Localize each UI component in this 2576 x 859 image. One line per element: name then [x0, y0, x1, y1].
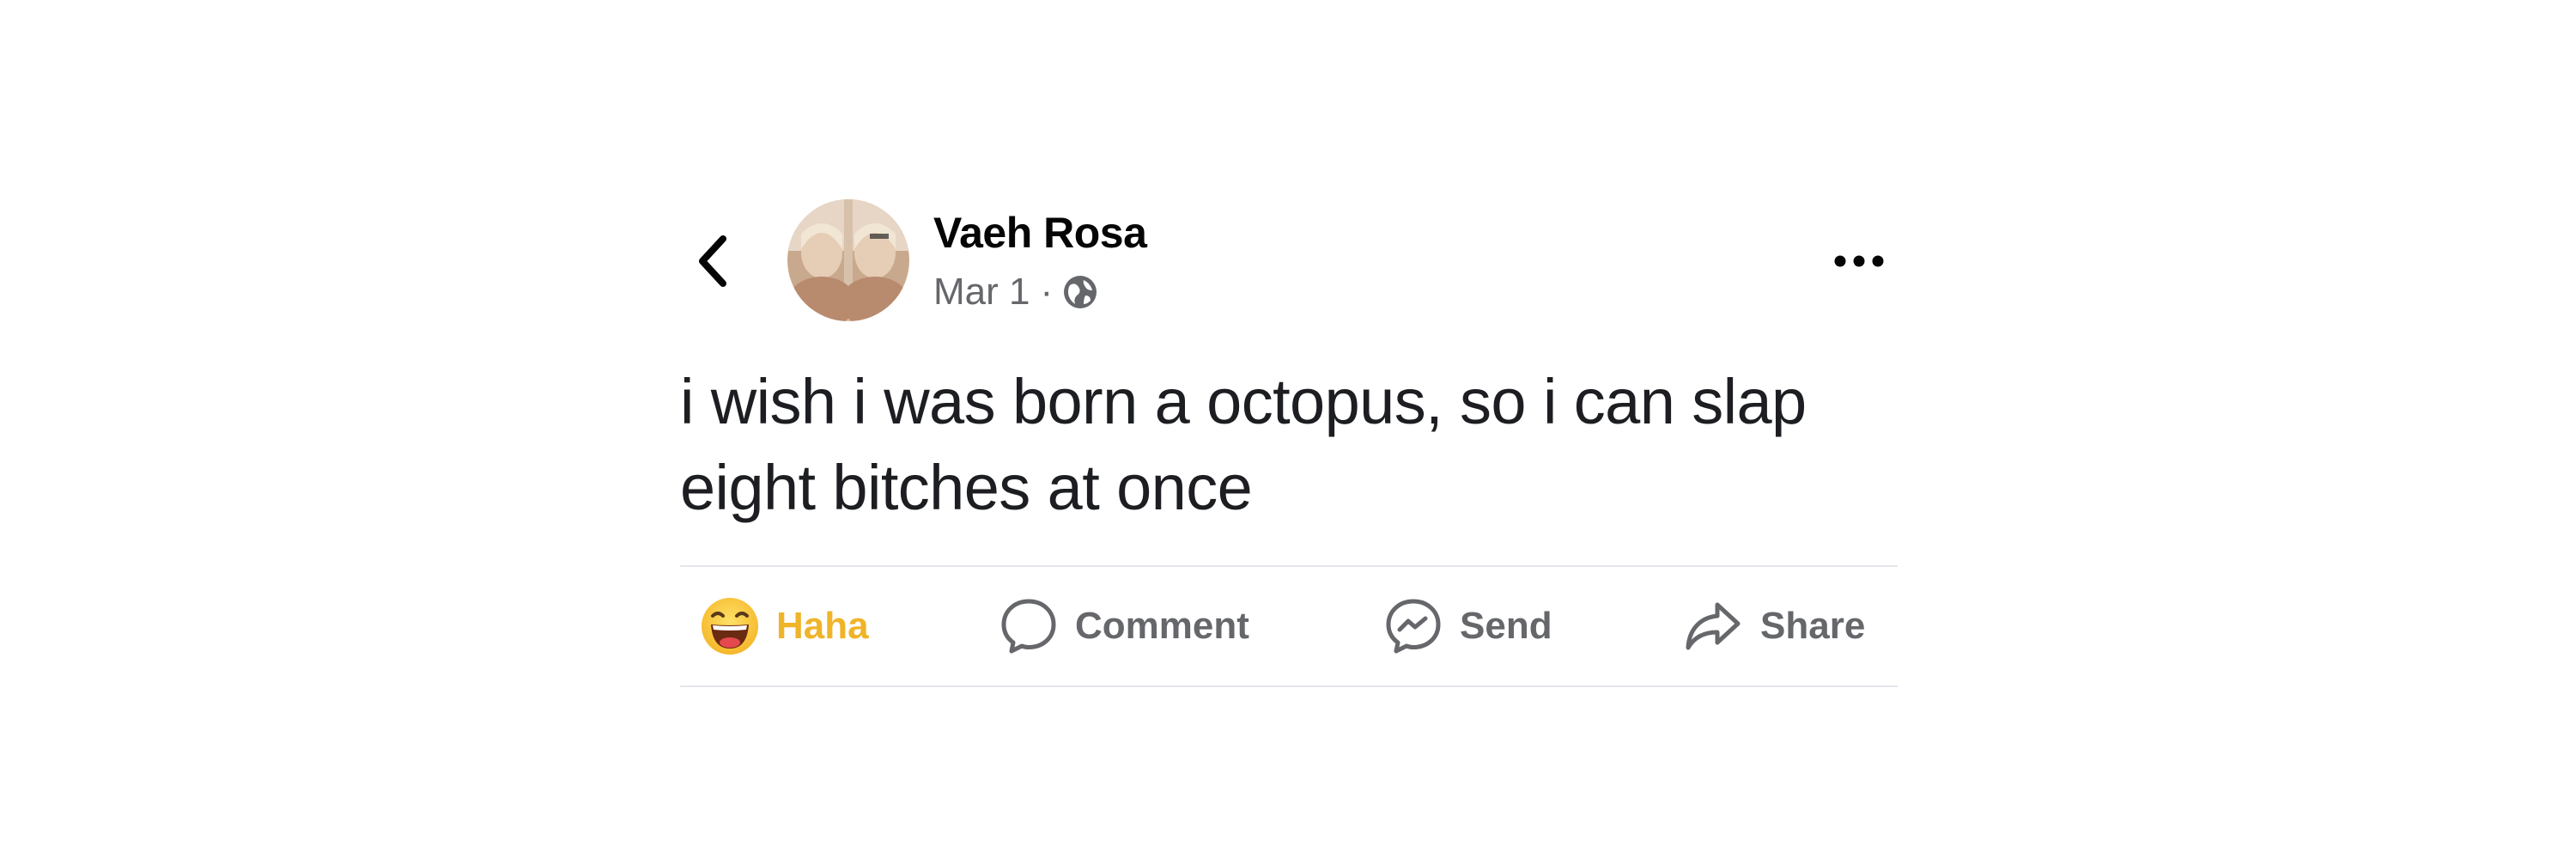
comment-label: Comment — [1075, 605, 1249, 647]
send-button[interactable]: Send — [1384, 567, 1552, 685]
share-button[interactable]: Share — [1683, 567, 1865, 685]
action-bar: Haha Comment Send Share — [680, 567, 1898, 685]
avatar[interactable] — [787, 199, 909, 321]
send-label: Send — [1460, 605, 1552, 647]
meta-separator: · — [1040, 271, 1054, 313]
post-card: Vaeh Rosa Mar 1 · i wish i was born a oc… — [680, 196, 1898, 694]
share-label: Share — [1760, 605, 1866, 647]
post-meta: Mar 1 · — [933, 268, 1099, 316]
share-arrow-icon — [1683, 600, 1743, 653]
more-dots-icon — [1834, 255, 1884, 267]
author-name[interactable]: Vaeh Rosa — [933, 208, 1147, 258]
speech-bubble-icon — [999, 597, 1058, 655]
reaction-button[interactable]: Haha — [701, 567, 869, 685]
back-button[interactable] — [687, 228, 738, 294]
comment-button[interactable]: Comment — [999, 567, 1249, 685]
divider — [680, 685, 1898, 687]
avatar-image — [787, 199, 909, 321]
post-text: i wish i was born a octopus, so i can sl… — [680, 366, 1807, 523]
messenger-icon — [1384, 597, 1443, 655]
haha-emoji-icon — [701, 597, 759, 655]
reaction-label: Haha — [776, 605, 869, 647]
chevron-left-icon — [699, 235, 726, 287]
post-header: Vaeh Rosa Mar 1 · — [680, 196, 1898, 325]
globe-icon[interactable] — [1061, 273, 1099, 311]
more-options-button[interactable] — [1820, 237, 1898, 285]
post-date[interactable]: Mar 1 — [933, 271, 1030, 314]
